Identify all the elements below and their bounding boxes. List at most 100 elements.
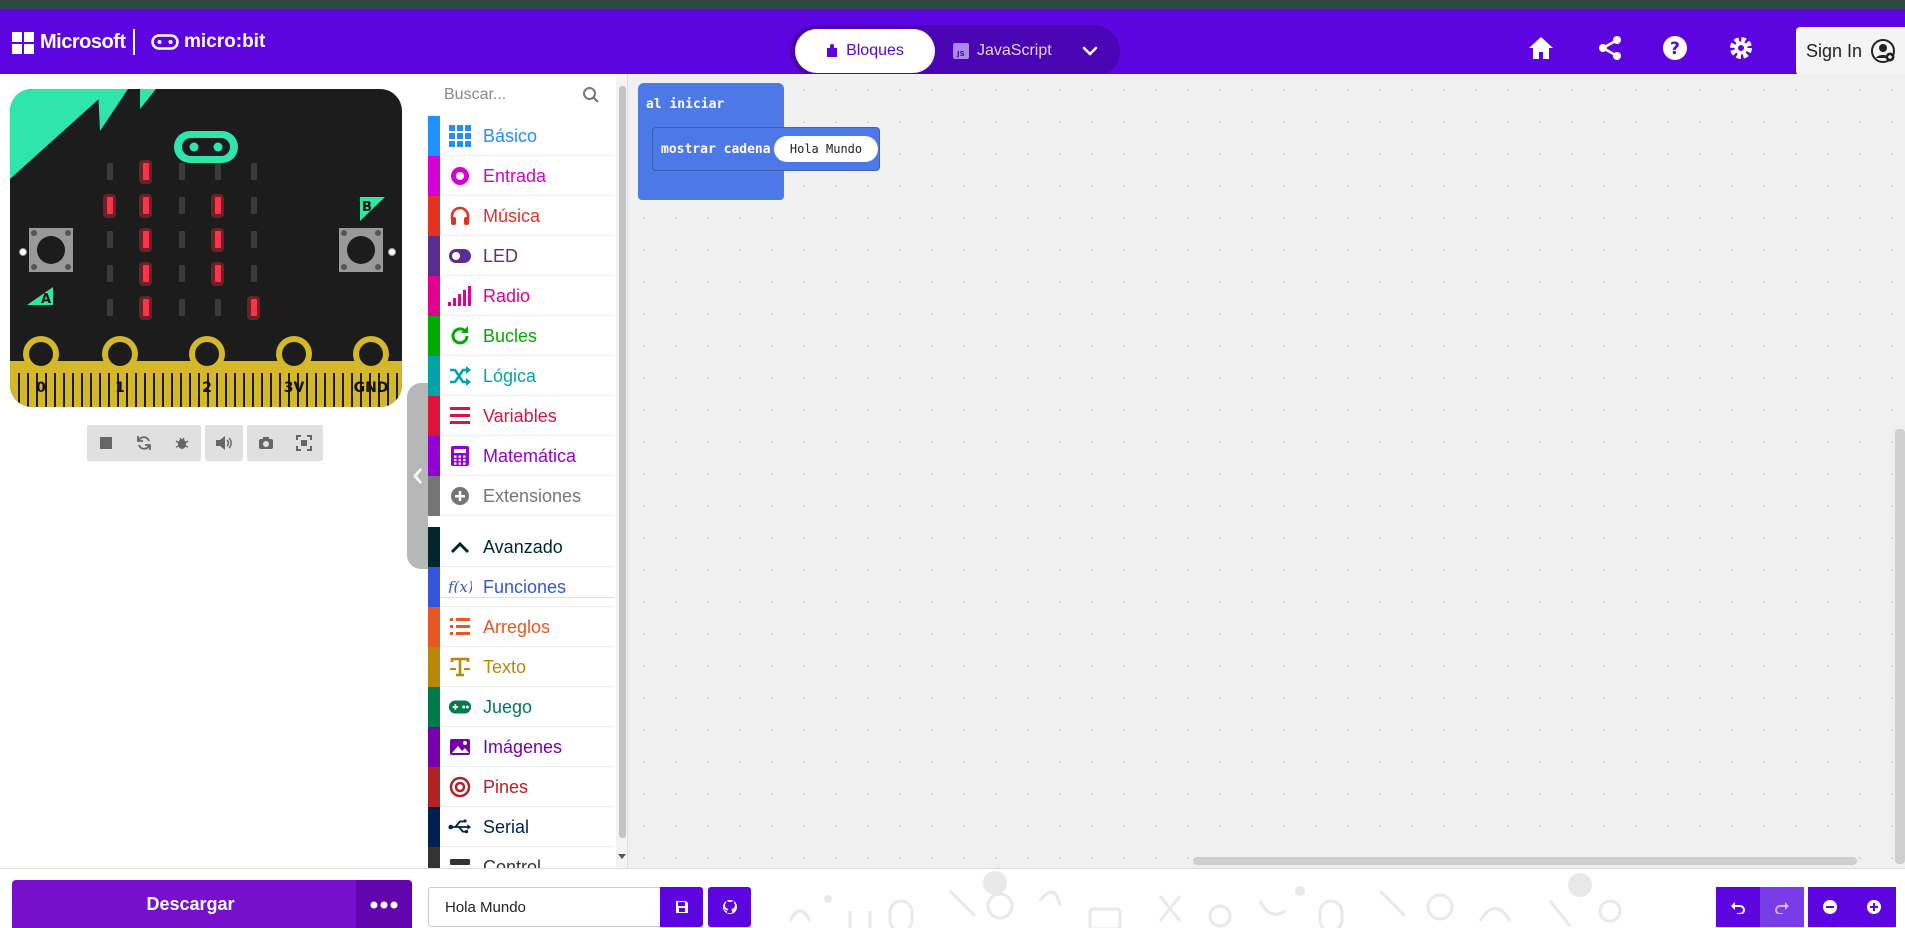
toolbox-category-musica[interactable]: Música [428,196,614,236]
zoom-out-button[interactable] [1808,887,1852,927]
toolbox-category-juego[interactable]: Juego [428,687,614,727]
connector-tooth [18,373,20,407]
header-divider [133,29,135,55]
category-color-bar [428,767,440,807]
microbit-board[interactable]: A B 0 1 2 3V GND [10,89,402,407]
workspace-horizontal-scrollbar[interactable] [1193,857,1857,865]
show-string-block[interactable]: mostrar cadena Hola Mundo [652,127,880,171]
mute-button[interactable] [205,425,243,461]
home-icon[interactable] [1527,34,1555,62]
project-name-input[interactable]: Hola Mundo [428,887,660,927]
microsoft-logo[interactable]: Microsoft [12,31,126,54]
zoom-in-button[interactable] [1852,887,1896,927]
debug-button[interactable] [163,425,201,461]
tab-blocks[interactable]: Bloques [795,29,935,73]
undo-redo-group [1716,887,1804,927]
category-label: Variables [483,406,557,426]
fullscreen-button[interactable] [285,425,323,461]
sign-in-button[interactable]: Sign In [1796,27,1905,75]
undo-icon [1731,902,1745,914]
led-on [143,231,149,248]
toolbox-category-serial[interactable]: Serial [428,807,614,847]
toolbox-category-imagenes[interactable]: Imágenes [428,727,614,767]
github-button[interactable] [708,887,751,927]
save-button[interactable] [660,887,703,927]
led-on [143,163,149,180]
toolbox-category-led[interactable]: LED [428,236,614,276]
led-off [215,163,221,180]
toolbox-search[interactable]: Buscar... [428,74,616,116]
toolbox-category-basico[interactable]: Básico [428,116,614,156]
toolbox-category-matematica[interactable]: Matemática [428,436,614,476]
category-label: Arreglos [483,617,551,637]
scroll-down-icon[interactable] [618,854,626,860]
blocks-workspace[interactable]: al iniciar mostrar cadena Hola Mundo [628,74,1905,868]
toolbox-search-input[interactable]: Buscar... [444,86,506,104]
led-on [215,197,221,214]
collapse-simulator-handle[interactable] [407,383,429,569]
tab-javascript-label: JavaScript [977,42,1052,59]
connector-tooth [324,373,326,407]
toolbox-category-arreglos[interactable]: Arreglos [428,607,614,647]
category-label: Juego [483,697,533,717]
pin-icon [448,775,472,799]
editor-footer: Descargar Hola Mundo [0,868,1905,928]
toolbox-category-extensiones[interactable]: Extensiones [428,476,614,516]
app-header: Microsoft micro:bit Bloques JS JavaScrip… [0,9,1905,77]
toolbox-category-entrada[interactable]: Entrada [428,156,614,196]
connector-tooth [72,373,74,407]
string-value-field[interactable]: Hola Mundo [774,136,878,162]
tab-javascript[interactable]: JS JavaScript [953,29,1052,73]
chevron-down-icon[interactable] [1080,41,1100,61]
footer-decoration [788,871,1622,928]
toolbox-category-texto[interactable]: Texto [428,647,614,687]
string-value-text: Hola Mundo [789,142,863,156]
project-name-value: Hola Mundo [445,898,526,916]
connector-tooth [162,373,164,407]
workspace-vertical-scrollbar[interactable] [1895,429,1905,864]
led-off [251,163,257,180]
microbit-board-graphic: A B 0 1 2 3V GND [10,89,402,407]
led-matrix [103,160,260,320]
toolbox-category-avanzado[interactable]: Avanzado [428,527,614,567]
stop-button[interactable] [87,425,125,461]
sound-icon [216,436,232,450]
restart-button[interactable] [125,425,163,461]
toolbox-category-control[interactable]: Control [428,847,614,868]
category-color-bar [428,476,440,516]
pin-gnd-label: GND [354,380,389,396]
share-icon[interactable] [1596,34,1624,62]
download-button[interactable]: Descargar [12,880,412,928]
toolbox-separator [440,593,614,598]
toolbox-category-bucles[interactable]: Bucles [428,316,614,356]
toolbox-scrollbar[interactable] [616,74,627,868]
microbit-logo[interactable]: micro:bit [151,31,265,53]
toolbox-category-logica[interactable]: Lógica [428,356,614,396]
screenshot-button[interactable] [247,425,285,461]
category-color-bar [428,567,440,607]
help-icon[interactable]: ? [1661,34,1689,62]
microbit-logo-icon [151,34,179,50]
category-color-bar [428,156,440,196]
toolbox-scroll-thumb[interactable] [619,86,626,838]
toolbox-category-funciones[interactable]: f(x) Funciones [428,567,614,607]
puzzle-icon [827,44,838,57]
fullscreen-icon [296,435,312,451]
toolbox-category-pines[interactable]: Pines [428,767,614,807]
redo-button[interactable] [1760,887,1804,927]
connector-tooth [27,373,29,407]
toolbox-category-radio[interactable]: Radio [428,276,614,316]
download-more-button[interactable] [356,880,412,928]
toolbox-category-variables[interactable]: Variables [428,396,614,436]
category-label: Bucles [483,326,538,346]
led-on [215,265,221,282]
undo-button[interactable] [1716,887,1760,927]
settings-icon[interactable] [1727,34,1755,62]
stop-icon [100,437,112,449]
category-color-bar [428,396,440,436]
category-label: LED [483,246,519,266]
connector-tooth [198,373,200,407]
led-off [251,231,257,248]
connector-tooth [261,373,263,407]
category-label: Pines [483,777,529,797]
